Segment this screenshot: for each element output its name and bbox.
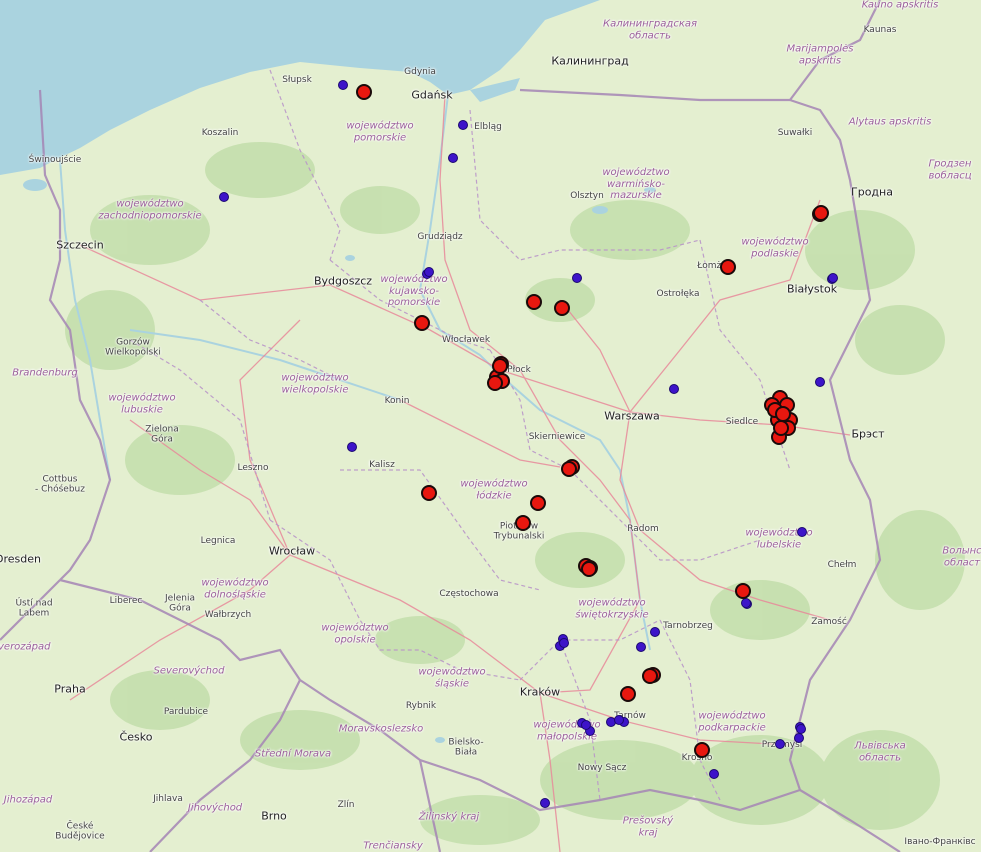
blue-point-marker[interactable] xyxy=(614,715,624,725)
blue-point-marker[interactable] xyxy=(219,192,229,202)
red-point-marker[interactable] xyxy=(421,485,437,501)
red-point-marker[interactable] xyxy=(414,315,430,331)
forest-areas xyxy=(65,142,965,845)
blue-point-marker[interactable] xyxy=(775,739,785,749)
lakes xyxy=(23,179,656,743)
red-point-marker[interactable] xyxy=(356,84,372,100)
blue-point-marker[interactable] xyxy=(424,267,434,277)
blue-point-marker[interactable] xyxy=(794,733,804,743)
red-point-marker[interactable] xyxy=(530,495,546,511)
map-base-layer xyxy=(0,0,981,852)
blue-point-marker[interactable] xyxy=(797,527,807,537)
blue-point-marker[interactable] xyxy=(572,273,582,283)
red-point-marker[interactable] xyxy=(492,358,508,374)
red-point-marker[interactable] xyxy=(487,375,503,391)
blue-point-marker[interactable] xyxy=(540,798,550,808)
red-point-marker[interactable] xyxy=(526,294,542,310)
blue-point-marker[interactable] xyxy=(796,724,806,734)
blue-point-marker[interactable] xyxy=(709,769,719,779)
red-point-marker[interactable] xyxy=(773,420,789,436)
blue-point-marker[interactable] xyxy=(669,384,679,394)
red-point-marker[interactable] xyxy=(720,259,736,275)
red-point-marker[interactable] xyxy=(581,561,597,577)
blue-point-marker[interactable] xyxy=(636,642,646,652)
blue-point-marker[interactable] xyxy=(581,720,591,730)
blue-point-marker[interactable] xyxy=(458,120,468,130)
blue-point-marker[interactable] xyxy=(559,638,569,648)
red-point-marker[interactable] xyxy=(735,583,751,599)
red-point-marker[interactable] xyxy=(620,686,636,702)
blue-point-marker[interactable] xyxy=(828,273,838,283)
blue-point-marker[interactable] xyxy=(650,627,660,637)
blue-point-marker[interactable] xyxy=(338,80,348,90)
blue-point-marker[interactable] xyxy=(448,153,458,163)
red-point-marker[interactable] xyxy=(694,742,710,758)
map-view[interactable]: Kauno apskritis Kaunas Калининградская обл… xyxy=(0,0,981,852)
blue-point-marker[interactable] xyxy=(815,377,825,387)
blue-point-marker[interactable] xyxy=(347,442,357,452)
blue-point-marker[interactable] xyxy=(741,598,751,608)
red-point-marker[interactable] xyxy=(642,668,658,684)
red-point-marker[interactable] xyxy=(554,300,570,316)
red-point-marker[interactable] xyxy=(561,461,577,477)
red-point-marker[interactable] xyxy=(813,205,829,221)
red-point-marker[interactable] xyxy=(515,515,531,531)
